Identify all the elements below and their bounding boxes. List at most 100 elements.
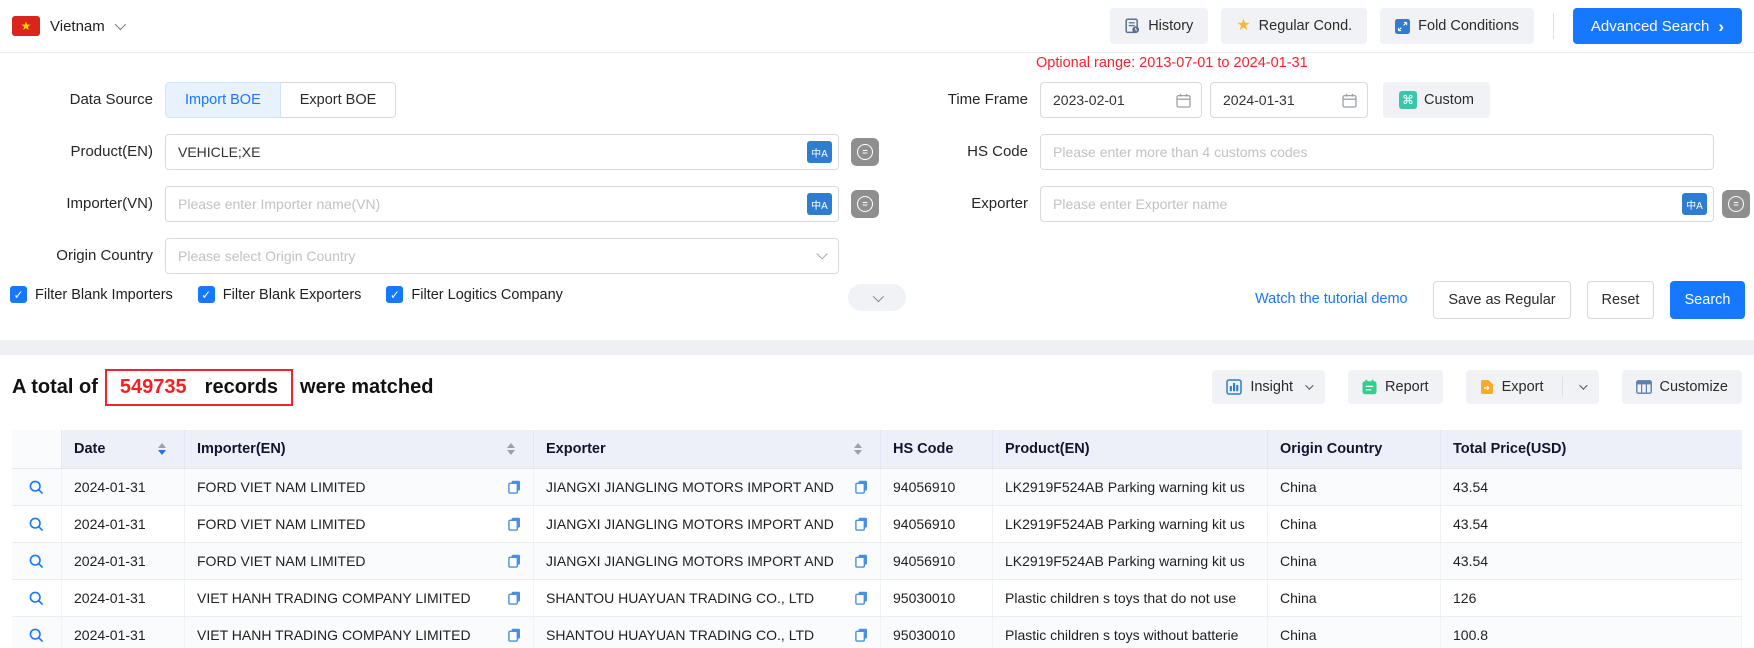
history-button[interactable]: History [1110,8,1208,44]
customize-columns-icon [1636,380,1652,394]
country-selector[interactable]: ★ Vietnam [12,16,123,36]
cell-date: 2024-01-31 [62,506,185,542]
star-icon: ★ [1236,18,1250,34]
checkbox-checked-icon: ✓ [10,286,27,303]
copy-icon[interactable] [508,517,521,531]
custom-label: Custom [1424,92,1474,108]
cell-product: LK2919F524AB Parking warning kit us [993,469,1268,505]
chevron-down-icon [1305,381,1313,389]
save-as-regular-button[interactable]: Save as Regular [1433,281,1571,319]
chevron-down-icon[interactable] [1579,381,1587,389]
customize-button[interactable]: Customize [1622,370,1743,404]
copy-icon[interactable] [508,591,521,605]
translate-icon[interactable]: 中A [807,193,832,215]
date-end-picker[interactable]: 2024-01-31 [1210,82,1368,118]
table-row: 2024-01-31 FORD VIET NAM LIMITED JIANGXI… [12,543,1742,580]
insight-button[interactable]: Insight [1212,370,1325,404]
export-label: Export [1502,379,1544,395]
report-icon [1362,379,1377,395]
advanced-search-button[interactable]: Advanced Search › [1573,8,1742,44]
copy-icon[interactable] [508,628,521,642]
header-importer-sort[interactable]: Importer(EN) [185,430,534,468]
exporter-exact-match-icon[interactable]: = [1722,190,1750,218]
copy-icon[interactable] [508,480,521,494]
cell-price: 43.54 [1441,506,1742,542]
data-source-label: Data Source [0,82,153,118]
report-button[interactable]: Report [1348,370,1443,404]
customize-label: Customize [1660,379,1729,395]
vietnam-flag-icon: ★ [12,16,40,36]
sort-icons [507,443,515,455]
checkbox-filter-blank-exporters[interactable]: ✓ Filter Blank Exporters [198,286,362,303]
view-detail-icon[interactable] [28,553,45,570]
results-table: Date Importer(EN) Exporter HS Code Produ… [12,430,1742,648]
hs-code-field-wrap [1040,134,1714,170]
cell-exporter: JIANGXI JIANGLING MOTORS IMPORT AND [546,553,834,569]
hs-code-label: HS Code [875,134,1028,170]
translate-icon[interactable]: 中A [807,141,832,163]
cell-price: 43.54 [1441,469,1742,505]
filter-row: ✓ Filter Blank Importers ✓ Filter Blank … [10,286,563,303]
cell-origin: China [1268,580,1441,616]
fold-conditions-button[interactable]: Fold Conditions [1380,8,1534,44]
results-toolbar: Insight Report Export [1212,370,1742,404]
view-detail-icon[interactable] [28,590,45,607]
header-exporter-sort[interactable]: Exporter [534,430,881,468]
export-icon [1480,379,1494,395]
checkbox-checked-icon: ✓ [386,286,403,303]
importer-label: Importer(VN) [0,186,153,222]
cell-exporter: JIANGXI JIANGLING MOTORS IMPORT AND [546,479,834,495]
insight-icon [1226,379,1242,395]
origin-country-label: Origin Country [0,238,153,274]
sort-icons [854,443,862,455]
collapse-conditions-button[interactable] [848,284,906,311]
fold-conditions-label: Fold Conditions [1418,18,1519,34]
report-label: Report [1385,379,1429,395]
tab-import-boe[interactable]: Import BOE [165,82,281,118]
table-row: 2024-01-31 FORD VIET NAM LIMITED JIANGXI… [12,469,1742,506]
checkbox-filter-logitics-company[interactable]: ✓ Filter Logitics Company [386,286,563,303]
chevron-down-icon [816,248,827,259]
cell-exporter: JIANGXI JIANGLING MOTORS IMPORT AND [546,516,834,532]
product-field-wrap: 中A [165,134,839,170]
copy-icon[interactable] [855,591,868,605]
copy-icon[interactable] [855,554,868,568]
regular-cond-button[interactable]: ★ Regular Cond. [1221,8,1367,44]
copy-icon[interactable] [855,517,868,531]
cell-exporter: SHANTOU HUAYUAN TRADING CO., LTD [546,627,814,643]
cell-origin: China [1268,543,1441,579]
cell-origin: China [1268,469,1441,505]
search-button[interactable]: Search [1670,281,1745,319]
copy-icon[interactable] [508,554,521,568]
view-detail-icon[interactable] [28,627,45,644]
copy-icon[interactable] [855,480,868,494]
copy-icon[interactable] [855,628,868,642]
records-word: records [205,376,278,399]
view-detail-icon[interactable] [28,516,45,533]
custom-range-button[interactable]: ⌘ Custom [1383,82,1490,118]
tab-export-boe[interactable]: Export BOE [281,82,397,118]
reset-button[interactable]: Reset [1587,281,1654,319]
calendar-icon [1176,93,1191,108]
header-detail [12,430,62,468]
hs-code-input[interactable] [1040,134,1714,170]
view-detail-icon[interactable] [28,479,45,496]
checkbox-filter-blank-importers[interactable]: ✓ Filter Blank Importers [10,286,173,303]
origin-country-select[interactable]: Please select Origin Country [165,238,839,274]
header-origin: Origin Country [1268,430,1441,468]
optional-range-hint: Optional range: 2013-07-01 to 2024-01-31 [1036,55,1308,71]
product-input[interactable] [165,134,839,170]
date-start-picker[interactable]: 2023-02-01 [1040,82,1202,118]
importer-input[interactable] [165,186,839,222]
section-divider [0,340,1754,355]
product-label: Product(EN) [0,134,153,170]
tutorial-demo-link[interactable]: Watch the tutorial demo [1255,291,1408,307]
command-icon: ⌘ [1399,91,1417,109]
export-button[interactable]: Export [1466,370,1599,404]
translate-icon[interactable]: 中A [1682,193,1707,215]
importer-field-wrap: 中A [165,186,839,222]
app-window: ★ Vietnam History ★ Regular Cond. Fold C… [0,0,1754,648]
cell-product: Plastic children s toys that do not use [993,580,1268,616]
header-date-sort[interactable]: Date [62,430,185,468]
exporter-input[interactable] [1040,186,1714,222]
